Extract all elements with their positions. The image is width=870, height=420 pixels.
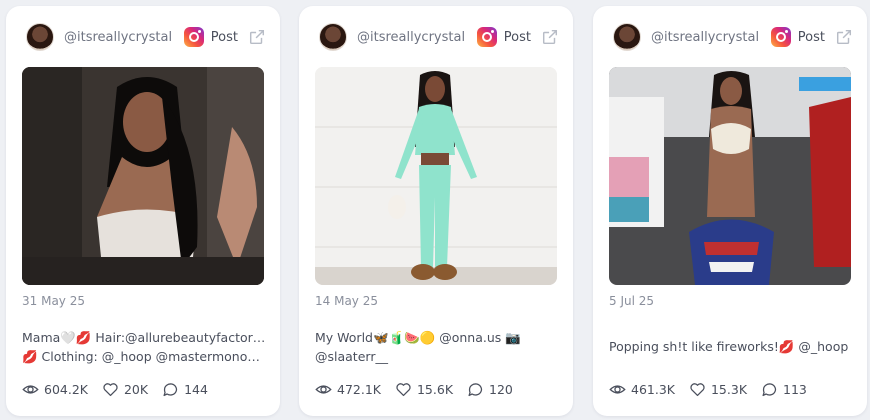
likes-count: 15.3K [710,382,748,397]
views-stat: 472.1K [315,381,381,398]
post-date: 14 May 25 [315,294,378,308]
post-type-label: Post [210,29,238,45]
post-caption: Mama🤍💋 Hair:@allurebeautyfactory😩 💋 Clot… [22,328,266,366]
post-card[interactable]: @itsreallycrystal Post 5 Jul 25 Popping … [593,6,867,416]
post-caption: My World🦋🧃🍉🟡 @onna.us 📷 @slaaterr__ [315,328,559,366]
eye-icon [22,385,39,394]
post-photo [315,67,557,285]
post-image[interactable] [22,67,264,285]
post-stats: 604.2K 20K 144 [22,381,222,398]
external-link-icon[interactable] [835,28,853,46]
post-card[interactable]: @itsreallycrystal Post 31 May 25 Mama🤍💋 … [6,6,280,416]
views-count: 461.3K [631,382,675,397]
post-type-label: Post [797,29,825,45]
comments-count: 120 [489,382,513,397]
post-card[interactable]: @itsreallycrystal Post 14 May 25 My Worl… [299,6,573,416]
author-handle[interactable]: @itsreallycrystal [651,30,771,45]
external-link-icon[interactable] [541,28,559,46]
comments-stat: 113 [761,381,807,398]
heart-icon [396,383,411,397]
caption-line: Popping sh!t like fireworks!💋 @_hoop [609,339,849,354]
avatar[interactable] [26,23,54,51]
likes-count: 20K [123,382,149,397]
views-count: 472.1K [337,382,381,397]
post-image[interactable] [609,67,851,285]
comments-stat: 144 [162,381,208,398]
post-caption: Popping sh!t like fireworks!💋 @_hoop [609,337,853,356]
likes-stat: 20K [102,381,148,398]
comments-count: 144 [184,382,208,397]
caption-line: @slaaterr__ [315,349,388,364]
post-photo [609,67,851,285]
caption-line: Mama🤍💋 Hair:@allurebeautyfactory😩 [22,330,266,345]
instagram-icon [476,27,497,47]
heart-icon [103,383,118,397]
views-count: 604.2K [44,382,88,397]
post-stats: 472.1K 15.6K 120 [315,381,527,398]
comment-icon [163,383,178,397]
external-link-icon[interactable] [248,28,266,46]
post-image[interactable] [315,67,557,285]
avatar[interactable] [319,23,347,51]
views-stat: 461.3K [609,381,675,398]
views-stat: 604.2K [22,381,88,398]
comment-icon [762,383,777,397]
avatar[interactable] [613,23,641,51]
author-handle[interactable]: @itsreallycrystal [64,30,184,45]
author-handle[interactable]: @itsreallycrystal [357,30,477,45]
card-header: @itsreallycrystal Post [319,20,559,54]
heart-icon [690,383,705,397]
post-stats: 461.3K 15.3K 113 [609,381,821,398]
likes-stat: 15.3K [689,381,747,398]
likes-count: 15.6K [416,382,454,397]
likes-stat: 15.6K [395,381,453,398]
instagram-icon [770,27,791,47]
post-type-label: Post [503,29,531,45]
caption-line: My World🦋🧃🍉🟡 @onna.us 📷 [315,330,521,345]
comment-icon [468,383,483,397]
instagram-icon [183,27,204,47]
card-header: @itsreallycrystal Post [26,20,266,54]
post-date: 5 Jul 25 [609,294,655,308]
card-header: @itsreallycrystal Post [613,20,853,54]
eye-icon [609,385,626,394]
post-photo [22,67,264,285]
post-date: 31 May 25 [22,294,85,308]
caption-line: 💋 Clothing: @_hoop @mastermonocle… [22,349,266,364]
eye-icon [315,385,332,394]
comments-count: 113 [783,382,807,397]
comments-stat: 120 [467,381,513,398]
